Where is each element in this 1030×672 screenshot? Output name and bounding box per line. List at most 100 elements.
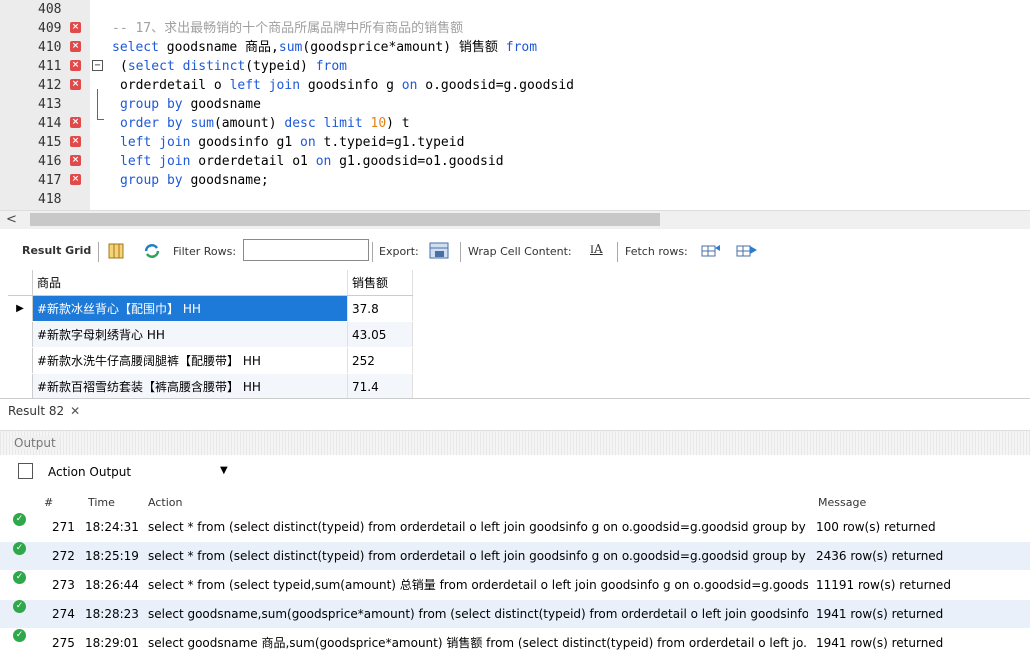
code-text: group by goodsname	[120, 95, 261, 114]
error-marker-icon[interactable]: ×	[70, 22, 81, 33]
code-token: left join	[229, 78, 301, 93]
output-row-message: 1941 row(s) returned	[816, 607, 944, 621]
fetch-next-icon[interactable]	[701, 242, 723, 261]
row-marker	[8, 373, 33, 398]
refresh-icon[interactable]	[142, 242, 162, 263]
editor-horizontal-scrollbar[interactable]: <	[0, 210, 1030, 229]
filter-rows-label: Filter Rows:	[173, 245, 237, 258]
error-marker-icon[interactable]: ×	[70, 41, 81, 52]
col-num: #	[44, 496, 54, 509]
code-text: (select distinct(typeid) from	[120, 57, 347, 76]
fetch-all-icon[interactable]	[736, 242, 758, 261]
code-token: (typeid)	[245, 59, 316, 74]
code-line[interactable]: 412 × orderdetail o left join goodsinfo g …	[0, 76, 1030, 95]
code-line[interactable]: 411 × − (select distinct(typeid) from	[0, 57, 1030, 76]
fold-guide	[97, 89, 98, 119]
code-token: sum	[278, 40, 303, 55]
cell-sales[interactable]: 71.4	[347, 373, 413, 398]
cell-goods[interactable]: #新款水洗牛仔高腰阔腿裤【配腰带】 HH	[32, 347, 348, 374]
export-icon[interactable]	[429, 242, 451, 263]
output-row-action: select * from (select distinct(typeid) f…	[148, 549, 808, 563]
code-line[interactable]: 418	[0, 190, 1030, 209]
output-row-time: 18:29:01	[85, 636, 139, 650]
table-row[interactable]: ▶ #新款冰丝背心【配围巾】 HH 37.8	[8, 295, 413, 322]
result-grid-tab[interactable]: Result Grid	[22, 244, 91, 257]
code-text: left join goodsinfo g1 on t.typeid=g1.ty…	[120, 133, 464, 152]
output-row-message: 2436 row(s) returned	[816, 549, 944, 563]
error-marker-icon[interactable]: ×	[70, 60, 81, 71]
error-marker-icon[interactable]: ×	[70, 155, 81, 166]
grid-view-icon[interactable]	[108, 243, 124, 262]
result-grid[interactable]: 商品 销售额 ▶ #新款冰丝背心【配围巾】 HH 37.8 #新款字母刺绣背心 …	[8, 270, 418, 398]
wrap-cell-label: Wrap Cell Content:	[468, 245, 572, 258]
close-tab-icon[interactable]: ✕	[70, 404, 80, 418]
code-token: from	[505, 40, 538, 55]
code-token: t.typeid=g1.typeid	[315, 135, 465, 150]
code-token: select distinct	[127, 59, 246, 74]
output-row[interactable]: ✓ 273 18:26:44 select * from (select typeid…	[0, 571, 1030, 599]
code-token: o.goodsid=g.goodsid	[417, 78, 574, 93]
cell-goods[interactable]: #新款百褶雪纺套装【裤高腰含腰带】 HH	[32, 373, 348, 398]
table-row[interactable]: #新款字母刺绣背心 HH 43.05	[8, 321, 413, 348]
error-marker-icon[interactable]: ×	[70, 174, 81, 185]
fold-toggle-icon[interactable]: −	[92, 60, 103, 71]
cell-goods[interactable]: #新款字母刺绣背心 HH	[32, 321, 348, 348]
output-columns: # Time Action Message	[0, 494, 1030, 512]
output-row-message: 100 row(s) returned	[816, 520, 936, 534]
line-number: 417	[38, 173, 62, 188]
wrap-cell-icon[interactable]: I͟A	[590, 242, 603, 257]
line-number: 415	[38, 135, 62, 150]
code-line[interactable]: 413 group by goodsname	[0, 95, 1030, 114]
dropdown-icon[interactable]: ▼	[220, 465, 228, 476]
output-row[interactable]: ✓ 272 18:25:19 select * from (select distin…	[0, 542, 1030, 570]
output-row[interactable]: ✓ 271 18:24:31 select * from (select distin…	[0, 513, 1030, 541]
cell-sales[interactable]: 252	[347, 347, 413, 374]
code-token: g1.goodsid=o1.goodsid	[331, 154, 504, 169]
cell-sales[interactable]: 37.8	[347, 295, 413, 322]
table-row[interactable]: #新款水洗牛仔高腰阔腿裤【配腰带】 HH 252	[8, 347, 413, 374]
error-marker-icon[interactable]: ×	[70, 136, 81, 147]
copy-icon[interactable]	[18, 463, 33, 479]
output-panel-header: Output	[0, 430, 1030, 455]
success-icon: ✓	[13, 629, 26, 642]
tab-result-82[interactable]: Result 82 ✕	[8, 404, 80, 418]
output-row-time: 18:24:31	[85, 520, 139, 534]
output-row[interactable]: ✓ 274 18:28:23 select goodsname,sum(goodspr…	[0, 600, 1030, 628]
fetch-rows-label: Fetch rows:	[625, 245, 688, 258]
code-token: left join	[120, 135, 191, 150]
code-token: select	[112, 40, 159, 55]
output-row[interactable]: ✓ 275 18:29:01 select goodsname 商品,sum(good…	[0, 629, 1030, 657]
output-type-label: Action Output	[48, 465, 132, 479]
code-line[interactable]: 410 × select goodsname 商品,sum(goodsprice*a…	[0, 38, 1030, 57]
success-icon: ✓	[13, 600, 26, 613]
row-marker-header	[8, 270, 33, 296]
code-text: select goodsname 商品,sum(goodsprice*amoun…	[112, 38, 537, 57]
table-row[interactable]: #新款百褶雪纺套装【裤高腰含腰带】 HH 71.4	[8, 373, 413, 398]
line-number: 409	[38, 21, 62, 36]
error-marker-icon[interactable]: ×	[70, 117, 81, 128]
code-line[interactable]: 416 × left join orderdetail o1 on g1.goods…	[0, 152, 1030, 171]
scrollbar-thumb[interactable]	[30, 213, 660, 226]
filter-rows-input[interactable]	[243, 239, 369, 261]
column-header-sales[interactable]: 销售额	[347, 270, 413, 296]
column-header-goods[interactable]: 商品	[32, 270, 348, 296]
sql-editor[interactable]: 408 409 × -- 17、求出最畅销的十个商品所属品牌中所有商品的销售额 410 ×…	[0, 0, 1030, 210]
cell-goods[interactable]: #新款冰丝背心【配围巾】 HH	[32, 295, 348, 322]
output-row-num: 271	[52, 520, 75, 534]
code-line[interactable]: 415 × left join goodsinfo g1 on t.typeid=g…	[0, 133, 1030, 152]
code-line[interactable]: 409 × -- 17、求出最畅销的十个商品所属品牌中所有商品的销售额	[0, 19, 1030, 38]
scroll-left-arrow-icon[interactable]: <	[6, 211, 17, 229]
line-number: 416	[38, 154, 62, 169]
code-line[interactable]: 417 × group by goodsname;	[0, 171, 1030, 190]
cell-sales[interactable]: 43.05	[347, 321, 413, 348]
code-text: left join orderdetail o1 on g1.goodsid=o…	[120, 152, 504, 171]
line-number: 418	[38, 192, 62, 207]
error-marker-icon[interactable]: ×	[70, 79, 81, 90]
code-line[interactable]: 414 × order by sum(amount) desc limit 10) …	[0, 114, 1030, 133]
output-row-time: 18:25:19	[85, 549, 139, 563]
code-token: orderdetail o1	[190, 154, 316, 169]
code-line[interactable]: 408	[0, 0, 1030, 19]
code-token: on	[401, 78, 418, 93]
output-row-num: 273	[52, 578, 75, 592]
code-token: goodsinfo g1	[190, 135, 301, 150]
